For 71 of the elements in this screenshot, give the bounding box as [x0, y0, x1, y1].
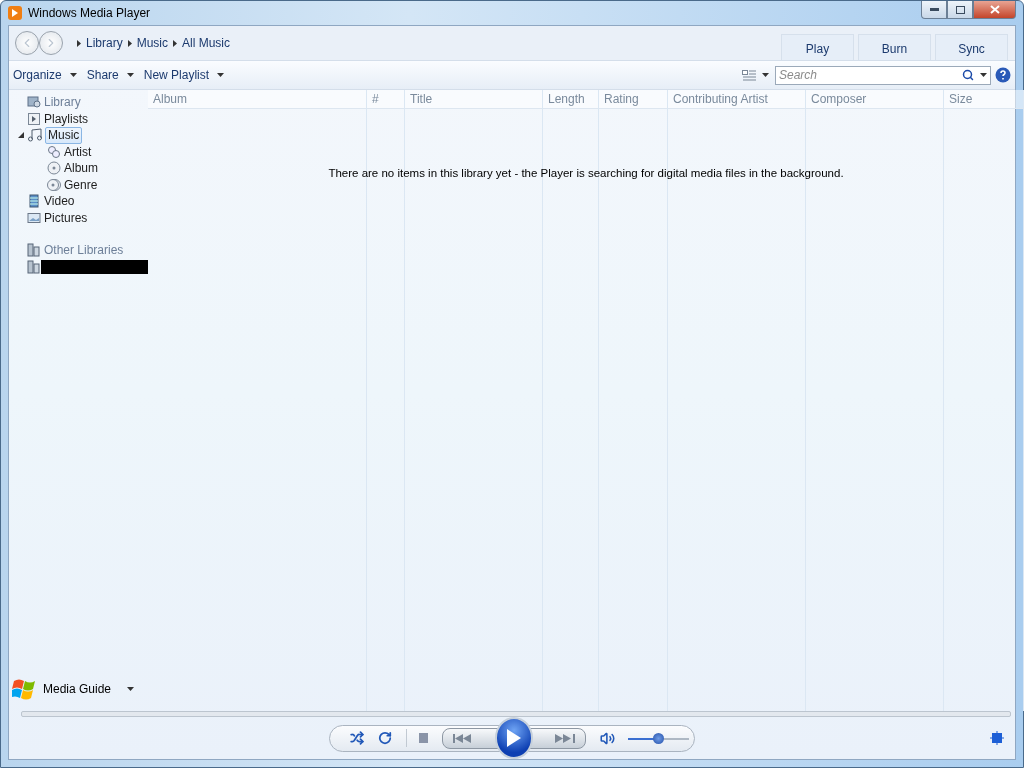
sidebar-item[interactable]: Pictures [41, 209, 91, 227]
empty-library-message: There are no items in this library yet - the Player is searching for digital media files in the background. [327, 167, 845, 179]
tab[interactable]: Burn [858, 34, 931, 60]
caret-icon [217, 73, 225, 77]
window-title: Windows Media Player [28, 6, 152, 20]
media-guide-button[interactable]: Media Guide [9, 677, 148, 701]
caret-icon [126, 73, 134, 77]
sidebar-item[interactable]: Video [41, 192, 78, 210]
playlist-icon [27, 111, 41, 126]
caret-icon [762, 73, 769, 77]
search-icon[interactable] [962, 68, 974, 81]
sidebar-item[interactable]: Album [61, 159, 101, 177]
minimize-button[interactable] [921, 1, 947, 19]
switch-to-now-playing-icon[interactable] [989, 730, 1005, 746]
shared-library-icon [27, 259, 41, 274]
previous-icon [453, 733, 474, 743]
menu-button[interactable]: New Playlist [143, 68, 225, 82]
play-icon [507, 729, 521, 747]
disc-icon [47, 161, 61, 176]
column-header[interactable]: Album [148, 90, 366, 109]
volume-button[interactable] [600, 730, 615, 746]
menu-button[interactable]: Organize [13, 68, 77, 82]
menu-button[interactable]: Share [86, 68, 134, 82]
column-header[interactable]: # [367, 90, 404, 109]
picture-icon [27, 210, 41, 225]
column-header[interactable]: Size [944, 90, 1023, 109]
sidebar-item[interactable]: Genre [61, 176, 101, 194]
breadcrumb-link[interactable]: Music [136, 36, 169, 50]
film-icon [27, 194, 41, 209]
tab[interactable]: Play [781, 34, 854, 60]
help-icon[interactable] [995, 67, 1011, 83]
sidebar-item[interactable]: Other Libraries [41, 241, 127, 259]
breadcrumb-link[interactable]: All Music [182, 36, 231, 50]
sidebar-item[interactable]: Library [41, 93, 84, 111]
tab[interactable]: Sync [935, 34, 1008, 60]
music-note-icon [27, 128, 45, 143]
shared-library-icon [27, 243, 41, 258]
repeat-button[interactable] [378, 731, 392, 745]
stop-button[interactable] [418, 733, 429, 743]
sidebar-item[interactable]: Playlists [41, 110, 91, 128]
breadcrumb-link[interactable]: Library [86, 36, 123, 50]
view-options-icon[interactable] [742, 69, 756, 81]
column-header[interactable]: Rating [599, 90, 667, 109]
column-header[interactable]: Composer [806, 90, 943, 109]
people-icon [47, 144, 61, 159]
volume-thumb[interactable] [652, 732, 664, 744]
discs-icon [47, 177, 61, 192]
caret-icon [127, 687, 135, 691]
arrow-icon [127, 39, 132, 47]
caret-icon [980, 72, 987, 77]
search-field[interactable]: Search [775, 65, 991, 85]
column-header[interactable]: Contributing Artist [668, 90, 805, 109]
arrow-icon [173, 39, 178, 47]
play-button[interactable] [494, 717, 534, 759]
maximize-button[interactable] [947, 1, 973, 19]
expanded-icon[interactable] [18, 132, 24, 139]
column-header[interactable]: Title [405, 90, 542, 109]
arrow-icon [77, 39, 81, 47]
library-icon [27, 95, 41, 110]
close-button[interactable] [973, 1, 1016, 19]
windows-logo-icon [12, 677, 38, 701]
shuffle-button[interactable] [350, 731, 364, 745]
play-icon [12, 9, 18, 17]
column-header[interactable]: Length [543, 90, 598, 109]
next-icon [555, 733, 575, 743]
sidebar-item[interactable]: Music [45, 126, 83, 144]
sidebar-item[interactable]: Artist [61, 143, 95, 161]
close-icon [989, 5, 1000, 14]
maximize-icon [955, 5, 965, 14]
minimize-icon [929, 8, 939, 11]
caret-icon [69, 73, 77, 77]
